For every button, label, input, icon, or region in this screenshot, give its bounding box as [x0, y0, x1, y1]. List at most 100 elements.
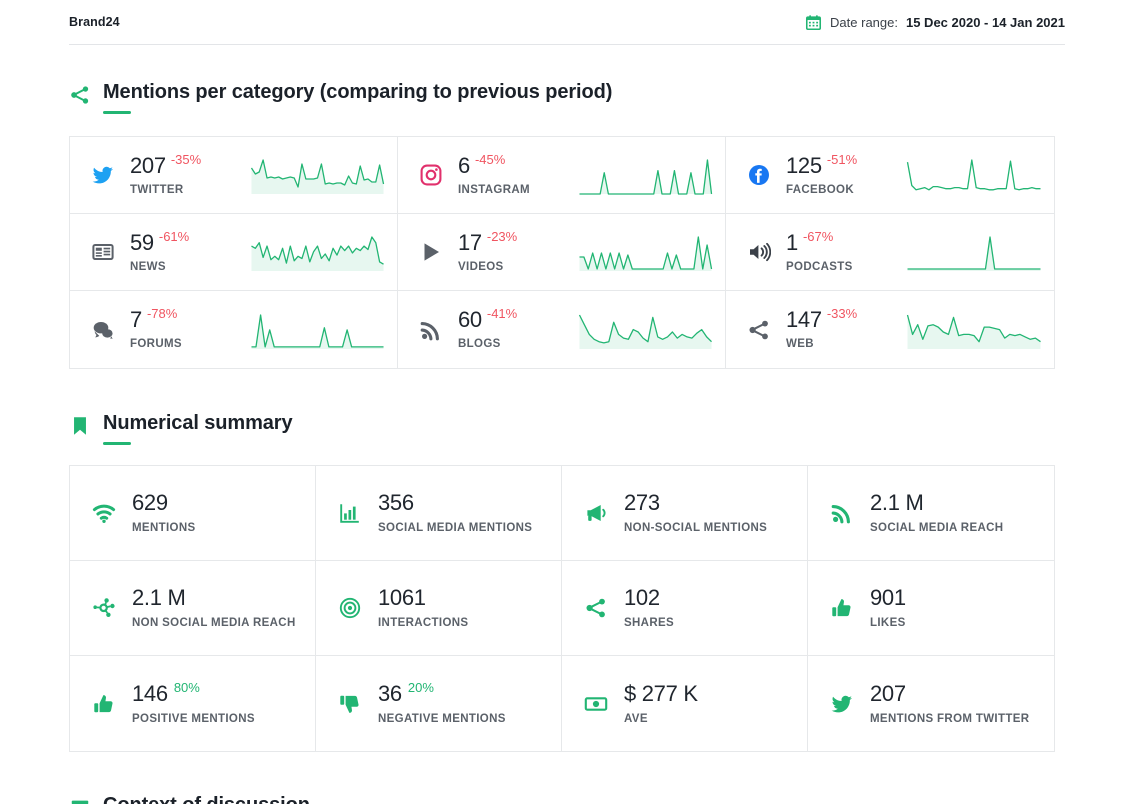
section-underline [103, 442, 131, 445]
metric-text: 2.1 MNON SOCIAL MEDIA REACH [132, 587, 296, 629]
target-icon [336, 596, 364, 620]
category-value: 1 [786, 232, 798, 254]
category-text: 1-67%PODCASTS [786, 232, 904, 273]
metric-value: 356 [378, 492, 414, 514]
category-value: 207 [130, 155, 166, 177]
report-page: Brand24 Date range: 15 Dec 2020 - 14 Jan… [0, 0, 1140, 804]
category-label: VIDEOS [458, 261, 576, 273]
metric-percentage: 80% [174, 681, 200, 694]
metric-text: 1061INTERACTIONS [378, 587, 468, 629]
metric-value: $ 277 K [624, 683, 698, 705]
category-card[interactable]: 17-23%VIDEOS [398, 214, 726, 291]
section-underline [103, 111, 131, 114]
metric-card[interactable]: 14680%POSITIVE MENTIONS [70, 656, 316, 751]
brand-logo: Brand24 [69, 15, 120, 29]
date-range-value: 15 Dec 2020 - 14 Jan 2021 [906, 15, 1065, 30]
metric-card[interactable]: 629MENTIONS [70, 466, 316, 561]
category-card[interactable]: 60-41%BLOGS [398, 291, 726, 368]
category-label: FORUMS [130, 338, 248, 350]
metric-label: LIKES [870, 617, 906, 629]
metric-value: 36 [378, 683, 402, 705]
metric-label: NEGATIVE MENTIONS [378, 713, 506, 725]
category-text: 6-45%INSTAGRAM [458, 155, 576, 196]
category-sparkline [576, 152, 715, 198]
metric-card[interactable]: 1061INTERACTIONS [316, 561, 562, 656]
metric-card[interactable]: 2.1 MNON SOCIAL MEDIA REACH [70, 561, 316, 656]
category-card[interactable]: 207-35%TWITTER [70, 137, 398, 214]
metric-percentage: 20% [408, 681, 434, 694]
calendar-icon [805, 14, 822, 31]
category-value: 17 [458, 232, 482, 254]
category-text: 125-51%FACEBOOK [786, 155, 904, 196]
category-card[interactable]: 147-33%WEB [726, 291, 1054, 368]
share-nodes-icon [69, 84, 91, 106]
category-value: 7 [130, 309, 142, 331]
news-icon [88, 240, 118, 264]
wifi-icon [90, 501, 118, 525]
thumbs-down-icon [336, 692, 364, 716]
category-text: 17-23%VIDEOS [458, 232, 576, 273]
category-sparkline [904, 307, 1044, 353]
metric-text: 207MENTIONS FROM TWITTER [870, 683, 1029, 725]
category-sparkline [248, 307, 387, 353]
instagram-icon [416, 163, 446, 187]
category-text: 7-78%FORUMS [130, 309, 248, 350]
category-text: 60-41%BLOGS [458, 309, 576, 350]
videos-icon [416, 240, 446, 264]
metric-text: 629MENTIONS [132, 492, 196, 534]
metric-label: SHARES [624, 617, 674, 629]
podcasts-icon [744, 240, 774, 264]
category-change: -61% [159, 230, 189, 243]
category-value: 125 [786, 155, 822, 177]
metric-label: INTERACTIONS [378, 617, 468, 629]
metric-card[interactable]: 273 NON-SOCIAL MENTIONS [562, 466, 808, 561]
section-header-mentions-per-category: Mentions per category (comparing to prev… [69, 80, 612, 114]
thumbs-up-icon [90, 692, 118, 716]
metric-card[interactable]: 102SHARES [562, 561, 808, 656]
money-icon [582, 692, 610, 716]
category-change: -45% [475, 153, 505, 166]
metric-value: 146 [132, 683, 168, 705]
category-card[interactable]: 59-61%NEWS [70, 214, 398, 291]
metric-card[interactable]: 207MENTIONS FROM TWITTER [808, 656, 1054, 751]
category-label: BLOGS [458, 338, 576, 350]
category-card[interactable]: 7-78%FORUMS [70, 291, 398, 368]
category-value: 60 [458, 309, 482, 331]
numerical-summary-grid: 629MENTIONS 356 SOCIAL MEDIA MENTIONS 273 NO… [69, 465, 1055, 752]
metric-card[interactable]: $ 277 KAVE [562, 656, 808, 751]
category-change: -51% [827, 153, 857, 166]
web-icon [744, 318, 774, 342]
metric-value: 629 [132, 492, 168, 514]
category-text: 59-61%NEWS [130, 232, 248, 273]
date-range-label: Date range: [830, 15, 898, 30]
category-card[interactable]: 125-51%FACEBOOK [726, 137, 1054, 214]
category-sparkline [904, 229, 1044, 275]
list-icon [69, 797, 91, 804]
category-label: TWITTER [130, 184, 248, 196]
metric-text: 901LIKES [870, 587, 906, 629]
metric-card[interactable]: 901LIKES [808, 561, 1054, 656]
metric-text: $ 277 KAVE [624, 683, 698, 725]
category-text: 147-33%WEB [786, 309, 904, 350]
metric-label: NON-SOCIAL MENTIONS [624, 522, 767, 534]
section-header-numerical-summary: Numerical summary [69, 411, 293, 445]
metric-value: 273 [624, 492, 660, 514]
metric-card[interactable]: 2.1 M SOCIAL MEDIA REACH [808, 466, 1054, 561]
category-sparkline [248, 152, 387, 198]
metric-text: 356 SOCIAL MEDIA MENTIONS [378, 492, 532, 534]
section-header-context-of-discussion: Context of discussion [69, 793, 310, 804]
metric-label: SOCIAL MEDIA REACH [870, 522, 1003, 534]
report-header: Brand24 Date range: 15 Dec 2020 - 14 Jan… [69, 0, 1065, 45]
category-card[interactable]: 1-67%PODCASTS [726, 214, 1054, 291]
metric-label: NON SOCIAL MEDIA REACH [132, 617, 296, 629]
metric-label: SOCIAL MEDIA MENTIONS [378, 522, 532, 534]
section-title: Mentions per category (comparing to prev… [103, 80, 612, 104]
metric-value: 2.1 M [870, 492, 924, 514]
twitter-icon [88, 163, 118, 187]
metric-card[interactable]: 356 SOCIAL MEDIA MENTIONS [316, 466, 562, 561]
metric-text: 273 NON-SOCIAL MENTIONS [624, 492, 767, 534]
share-nodes-icon [582, 596, 610, 620]
metric-card[interactable]: 36 20% NEGATIVE MENTIONS [316, 656, 562, 751]
category-value: 6 [458, 155, 470, 177]
category-card[interactable]: 6-45%INSTAGRAM [398, 137, 726, 214]
